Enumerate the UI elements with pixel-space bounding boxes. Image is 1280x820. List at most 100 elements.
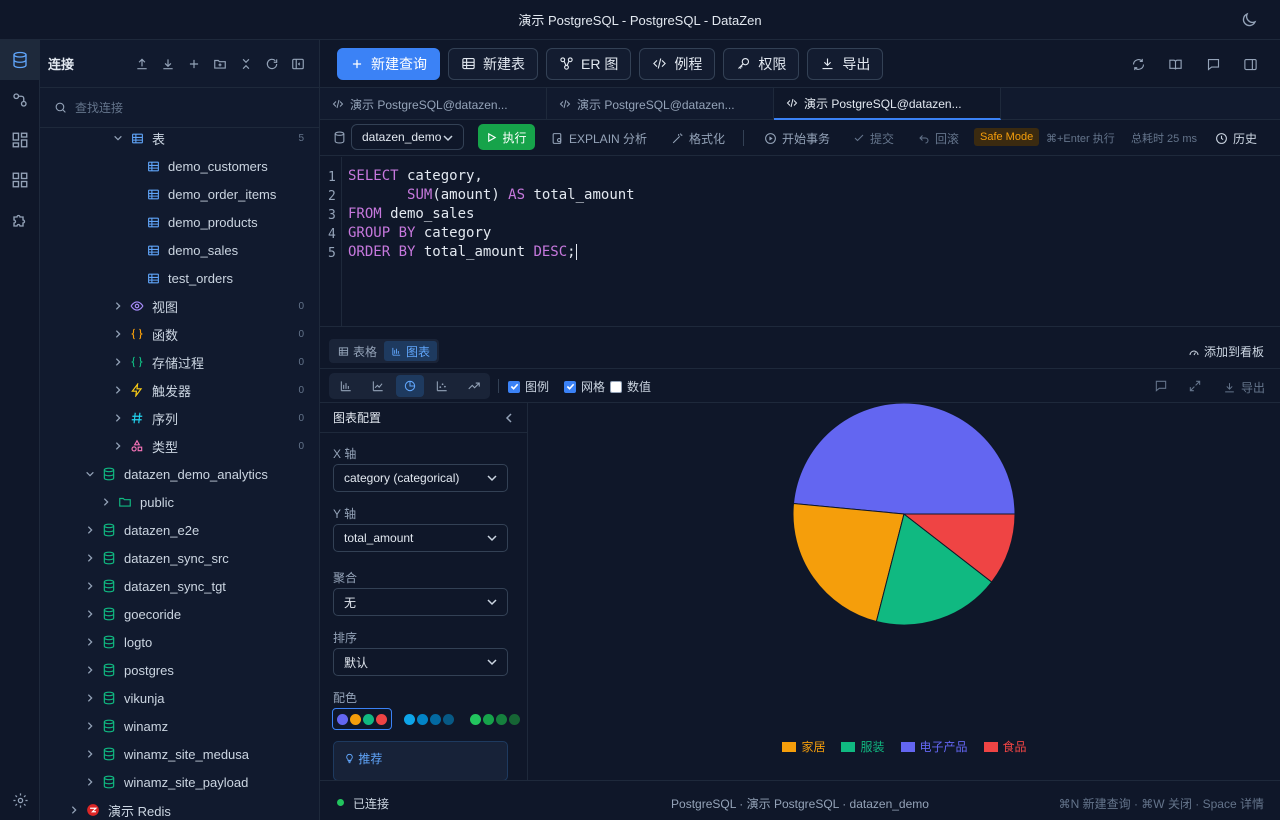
tree-item[interactable]: datazen_sync_tgt [40,572,319,600]
new-table-button[interactable]: 新建表 [448,47,538,80]
tree-item[interactable]: goecoride [40,600,319,628]
query-tab-2[interactable]: 演示 PostgreSQL@datazen... [547,88,774,120]
chat-icon[interactable] [1203,54,1223,74]
chevron-right-icon[interactable] [112,412,124,424]
history-button[interactable]: 历史 [1215,120,1257,156]
tree-item[interactable]: datazen_demo_analytics [40,460,319,488]
chevron-right-icon[interactable] [112,440,124,452]
tree-item[interactable]: logto [40,628,319,656]
chevron-right-icon[interactable] [84,776,96,788]
run-button[interactable]: 执行 [478,124,535,150]
book-icon[interactable] [1165,54,1185,74]
grid-checkbox[interactable] [564,380,576,393]
tree-item[interactable]: demo_customers [40,152,319,180]
legend-item[interactable]: 服装 [841,738,885,755]
er-diagram-button[interactable]: ER 图 [546,47,632,80]
chevron-right-icon[interactable] [84,552,96,564]
connection-search[interactable]: 查找连接 [40,88,319,128]
commit-button[interactable]: 提交 [853,120,894,156]
tree-item[interactable]: 触发器 0 [40,376,319,404]
pie-chart[interactable] [529,403,1280,733]
tree-item[interactable]: winamz [40,712,319,740]
tree-item[interactable]: public [40,488,319,516]
rail-dashboards[interactable] [0,120,40,160]
chevron-right-icon[interactable] [84,580,96,592]
new-folder-icon[interactable] [207,51,233,77]
chevron-right-icon[interactable] [84,636,96,648]
sql-editor[interactable]: 1 2 3 4 5 SELECT category, SUM(amount) A… [320,157,1280,327]
tree-item[interactable]: postgres [40,656,319,684]
chevron-right-icon[interactable] [112,356,124,368]
chevron-down-icon[interactable] [84,468,96,480]
rollback-button[interactable]: 回滚 [918,120,959,156]
fullscreen-icon[interactable] [1188,379,1202,396]
refresh-icon[interactable] [259,51,285,77]
sort-select[interactable]: 默认 [333,648,508,676]
chevron-right-icon[interactable] [84,720,96,732]
tab-chart-view[interactable]: 图表 [384,341,438,361]
pie-chart-icon[interactable] [396,375,424,397]
palette-blue[interactable] [400,708,458,730]
upload-icon[interactable] [129,51,155,77]
tree-item[interactable]: demo_sales [40,236,319,264]
routines-button[interactable]: 例程 [639,47,716,80]
tree-item[interactable]: 函数 0 [40,320,319,348]
tree-item[interactable]: 类型 0 [40,432,319,460]
search-input[interactable]: 查找连接 [75,99,123,116]
chevron-right-icon[interactable] [84,524,96,536]
export-button[interactable]: 导出 [807,47,884,80]
grid-toggle[interactable]: 网格 [564,378,605,395]
rail-plugins[interactable] [0,200,40,240]
plus-icon[interactable] [181,51,207,77]
rail-connections[interactable] [0,40,40,80]
chevron-right-icon[interactable] [112,384,124,396]
chevron-right-icon[interactable] [112,328,124,340]
refresh-icon[interactable] [1128,54,1148,74]
query-tab-1[interactable]: 演示 PostgreSQL@datazen... [320,88,547,120]
format-button[interactable]: 格式化 [671,120,725,156]
y-axis-select[interactable]: total_amount [333,524,508,552]
recommendation-card[interactable]: 推荐 [333,741,508,780]
tree-item[interactable]: 存储过程 0 [40,348,319,376]
safe-mode-badge[interactable]: Safe Mode [974,128,1040,146]
tree-item[interactable]: datazen_sync_src [40,544,319,572]
legend-item[interactable]: 食品 [983,738,1027,755]
chevron-right-icon[interactable] [68,804,80,816]
tree-item[interactable]: 演示 Redis [40,796,319,820]
tree-item[interactable]: winamz_site_payload [40,768,319,796]
tree-item[interactable]: vikunja [40,684,319,712]
legend-toggle[interactable]: 图例 [508,378,549,395]
tree-item[interactable]: datazen_e2e [40,516,319,544]
tab-table-view[interactable]: 表格 [331,341,384,361]
bar-chart-icon[interactable] [332,375,360,397]
values-toggle[interactable]: 数值 [610,378,651,395]
chevron-down-icon[interactable] [112,132,124,144]
new-query-button[interactable]: 新建查询 [337,47,440,80]
values-checkbox[interactable] [610,380,622,393]
permissions-button[interactable]: 权限 [723,47,800,80]
chevron-right-icon[interactable] [84,748,96,760]
tree-item[interactable]: winamz_site_medusa [40,740,319,768]
rail-apps[interactable] [0,160,40,200]
tree-item[interactable]: test_orders [40,264,319,292]
chevron-left-icon[interactable] [504,412,514,423]
query-tab-3[interactable]: 演示 PostgreSQL@datazen... [774,88,1001,120]
palette-default[interactable] [332,708,392,730]
collapse-all-icon[interactable] [233,51,259,77]
legend-item[interactable]: 家居 [782,738,825,755]
sidebar-collapse-icon[interactable] [285,51,311,77]
database-select[interactable]: datazen_demo [351,124,464,150]
tree-item[interactable]: 视图 0 [40,292,319,320]
line-chart-icon[interactable] [364,375,392,397]
pie-slice[interactable] [792,403,1016,515]
download-icon[interactable] [155,51,181,77]
trend-chart-icon[interactable] [460,375,488,397]
chevron-right-icon[interactable] [84,664,96,676]
tree-item[interactable]: 序列 0 [40,404,319,432]
aggregation-select[interactable]: 无 [333,588,508,616]
begin-transaction-button[interactable]: 开始事务 [764,120,830,156]
explain-button[interactable]: EXPLAIN 分析 [551,120,647,156]
tree-item[interactable]: demo_products [40,208,319,236]
chart-export-button[interactable]: 导出 [1223,379,1265,396]
chevron-right-icon[interactable] [100,496,112,508]
